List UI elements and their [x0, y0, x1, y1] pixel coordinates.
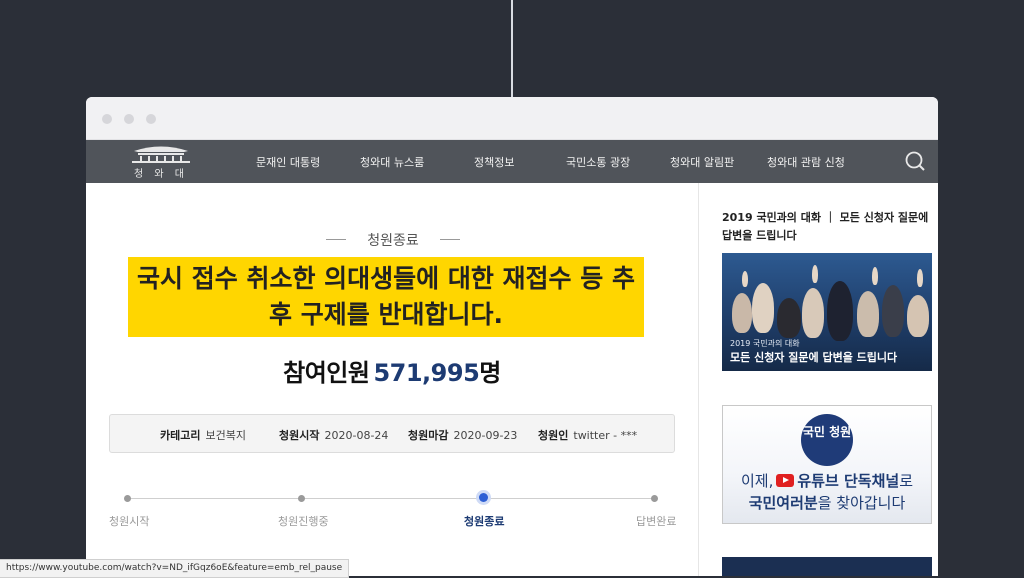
progress-label-ongoing: 청원진행중 — [278, 515, 329, 528]
progress-label-start: 청원시작 — [109, 515, 150, 528]
petition-title-box: 국시 접수 취소한 의대생들에 대한 재접수 등 추후 구제를 반대합니다. — [128, 257, 644, 337]
banner2-line1-b: 유튜브 단독채널 — [797, 472, 900, 490]
info-category: 카테고리 보건복지 — [160, 427, 246, 443]
info-category-value: 보건복지 — [205, 429, 246, 442]
youtube-channel-banner[interactable]: 국민 청원 이제, 유튜브 단독채널로 국민여러분을 찾아갑니다 — [722, 405, 932, 524]
nav-item-president[interactable]: 문재인 대통령 — [256, 154, 320, 170]
nav-item-communication[interactable]: 국민소통 광장 — [566, 154, 630, 170]
count-unit: 명 — [479, 359, 501, 387]
info-author: 청원인 twitter - *** — [538, 427, 637, 443]
window-dot-maximize[interactable] — [146, 114, 156, 124]
banner-caption-small: 2019 국민과의 대화 — [730, 339, 800, 348]
info-end-value: 2020-09-23 — [453, 429, 518, 442]
banner2-line2: 국민여러분을 찾아갑니다 — [723, 492, 931, 513]
sidebar: 2019 국민과의 대화 ｜ 모든 신청자 질문에 답변을 드립니다 2019 … — [698, 183, 938, 576]
nav-item-policy[interactable]: 정책정보 — [474, 154, 514, 170]
info-start-value: 2020-08-24 — [324, 429, 389, 442]
nav-item-tour[interactable]: 청와대 관람 신청 — [767, 154, 845, 170]
window-dot-minimize[interactable] — [124, 114, 134, 124]
petition-main: 청원종료 국시 접수 취소한 의대생들에 대한 재접수 등 추후 구제를 반대합… — [86, 183, 698, 576]
banner2-line2-b: 을 찾아갑니다 — [817, 494, 906, 512]
info-start: 청원시작 2020-08-24 — [279, 427, 388, 443]
nav-item-newsroom[interactable]: 청와대 뉴스룸 — [360, 154, 424, 170]
sidebar-headline[interactable]: 2019 국민과의 대화 ｜ 모든 신청자 질문에 답변을 드립니다 — [722, 209, 937, 245]
petition-status-label: 청원종료 — [326, 230, 460, 250]
nav-item-notice[interactable]: 청와대 알림판 — [670, 154, 734, 170]
progress-dot-ongoing — [298, 495, 305, 502]
banner2-line2-a: 국민여러분 — [748, 494, 818, 512]
dialogue-banner[interactable]: 2019 국민과의 대화 모든 신청자 질문에 답변을 드립니다 — [722, 253, 932, 371]
progress-dot-closed — [479, 493, 488, 502]
petition-title: 국시 접수 취소한 의대생들에 대한 재접수 등 추후 구제를 반대합니다. — [137, 264, 635, 329]
petition-info-box: 카테고리 보건복지 청원시작 2020-08-24 청원마감 2020-09-23 청… — [109, 414, 675, 453]
count-value: 571,995 — [373, 359, 480, 387]
participant-count: 참여인원 571,995명 — [86, 353, 698, 388]
browser-titlebar — [86, 97, 938, 140]
window-dot-close[interactable] — [102, 114, 112, 124]
banner-caption-big: 모든 신청자 질문에 답변을 드립니다 — [730, 351, 898, 364]
blue-house-icon — [132, 146, 190, 163]
cheongwadae-logo[interactable]: 청 와 대 — [106, 140, 216, 183]
banner2-line1-a: 이제, — [740, 472, 774, 490]
banner2-line1: 이제, 유튜브 단독채널로 — [723, 470, 931, 491]
video-timeline-marker — [511, 0, 513, 97]
info-category-key: 카테고리 — [160, 429, 201, 442]
progress-dot-answered — [651, 495, 658, 502]
count-label: 참여인원 — [283, 359, 370, 387]
progress-dot-start — [124, 495, 131, 502]
info-end: 청원마감 2020-09-23 — [408, 427, 517, 443]
site-navbar: 청 와 대 문재인 대통령 청와대 뉴스룸 정책정보 국민소통 광장 청와대 알… — [86, 140, 938, 183]
browser-window: 청 와 대 문재인 대통령 청와대 뉴스룸 정책정보 국민소통 광장 청와대 알… — [86, 97, 938, 576]
link-status-bar: https://www.youtube.com/watch?v=ND_ifGqz… — [0, 559, 350, 578]
info-author-key: 청원인 — [538, 429, 569, 442]
progress-label-closed: 청원종료 — [464, 515, 505, 528]
petition-badge: 국민 청원 — [801, 414, 853, 466]
info-end-key: 청원마감 — [408, 429, 449, 442]
youtube-icon — [776, 474, 795, 487]
next-banner[interactable] — [722, 557, 932, 576]
banner2-line1-c: 로 — [899, 472, 913, 490]
progress-track — [127, 498, 655, 499]
search-icon[interactable] — [904, 150, 926, 172]
info-author-value: twitter - *** — [573, 429, 638, 442]
logo-text: 청 와 대 — [134, 168, 188, 180]
info-start-key: 청원시작 — [279, 429, 320, 442]
progress-label-answered: 답변완료 — [636, 515, 677, 528]
